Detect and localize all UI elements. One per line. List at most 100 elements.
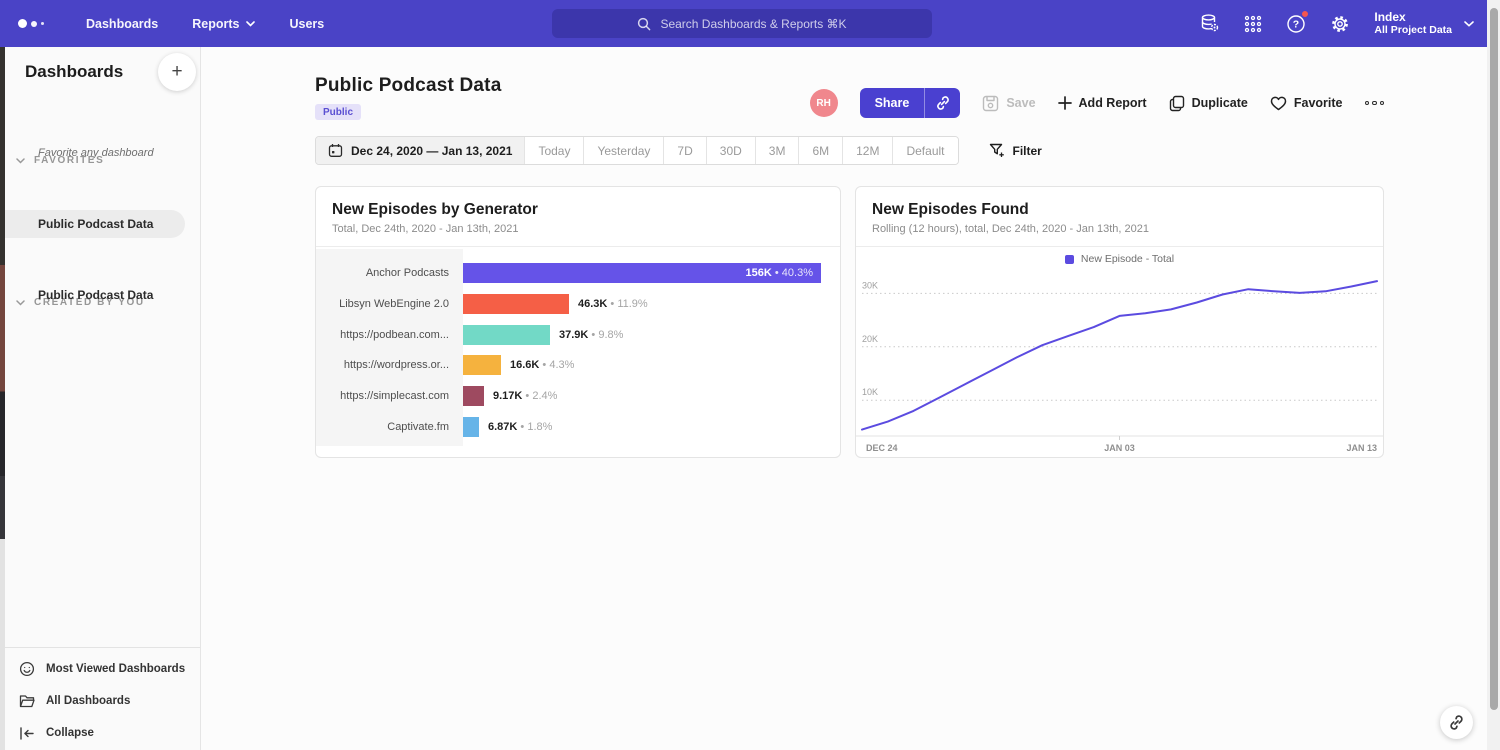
heart-icon — [1270, 96, 1287, 111]
project-switcher[interactable]: Index All Project Data — [1374, 10, 1474, 37]
project-name: Index — [1374, 10, 1452, 24]
save-button[interactable]: Save — [982, 95, 1035, 112]
bar-category-label: https://podbean.com... — [316, 329, 463, 341]
legend-swatch — [1065, 255, 1074, 264]
window-scrollbar — [1487, 0, 1500, 750]
all-dashboards-item[interactable]: All Dashboards — [0, 685, 200, 717]
bar[interactable] — [463, 386, 484, 406]
nav-dashboards[interactable]: Dashboards — [86, 17, 158, 31]
bar[interactable]: 156K • 40.3% — [463, 263, 821, 283]
bar-row: Anchor Podcasts156K • 40.3% — [316, 258, 840, 289]
preset-today[interactable]: Today — [524, 137, 583, 164]
bar-value-label: 16.6K • 4.3% — [510, 355, 574, 375]
bar-track: 16.6K • 4.3% — [463, 355, 840, 375]
notification-dot — [1301, 10, 1309, 18]
bar-value-label: 6.87K • 1.8% — [488, 417, 552, 437]
preset-default[interactable]: Default — [892, 137, 957, 164]
preset-6m[interactable]: 6M — [798, 137, 842, 164]
y-tick-label: 20K — [862, 334, 878, 344]
settings-gear-icon[interactable] — [1330, 14, 1350, 34]
project-scope: All Project Data — [1374, 24, 1452, 37]
filter-funnel-icon — [989, 143, 1005, 159]
nav-links: Dashboards Reports Users — [86, 17, 324, 31]
most-viewed-dashboards-item[interactable]: Most Viewed Dashboards — [0, 653, 200, 685]
bar-track: 6.87K • 1.8% — [463, 417, 840, 437]
collapse-sidebar-item[interactable]: Collapse — [0, 717, 200, 749]
chart-title[interactable]: New Episodes Found — [872, 201, 1367, 219]
card-header: New Episodes Found Rolling (12 hours), t… — [856, 187, 1383, 247]
bar[interactable] — [463, 325, 550, 345]
data-sources-icon[interactable] — [1199, 13, 1220, 34]
sidebar-footer: Most Viewed Dashboards All Dashboards Co… — [0, 647, 200, 750]
bar-row: Captivate.fm6.87K • 1.8% — [316, 411, 840, 442]
brand-logo-icon[interactable] — [18, 19, 58, 28]
folder-icon — [19, 694, 35, 708]
legend-label: New Episode - Total — [1081, 253, 1174, 265]
chart-subtitle: Total, Dec 24th, 2020 - Jan 13th, 2021 — [332, 223, 824, 235]
search-input[interactable]: Search Dashboards & Reports ⌘K — [552, 9, 932, 38]
scrollbar-thumb[interactable] — [1490, 8, 1498, 710]
sidebar-item-public-podcast-data-created[interactable]: Public Podcast Data — [38, 288, 153, 302]
bar-value-label: 9.17K • 2.4% — [493, 386, 557, 406]
favorite-button[interactable]: Favorite — [1270, 96, 1343, 111]
legend-new-episode-total[interactable]: New Episode - Total — [856, 253, 1383, 265]
preset-3m[interactable]: 3M — [755, 137, 799, 164]
help-icon[interactable]: ? — [1286, 14, 1306, 34]
duplicate-button[interactable]: Duplicate — [1169, 95, 1248, 112]
controls-row: Dec 24, 2020 — Jan 13, 2021 Today Yester… — [315, 136, 1042, 165]
preset-30d[interactable]: 30D — [706, 137, 755, 164]
more-options-button[interactable] — [1365, 101, 1385, 106]
copy-link-button[interactable] — [924, 88, 960, 118]
chevron-down-icon — [16, 300, 25, 306]
new-dashboard-button[interactable]: + — [158, 53, 196, 91]
bar[interactable] — [463, 417, 479, 437]
card-header: New Episodes by Generator Total, Dec 24t… — [316, 187, 840, 247]
bar-category-label: Libsyn WebEngine 2.0 — [316, 298, 463, 310]
smiley-icon — [19, 661, 35, 677]
chart-title[interactable]: New Episodes by Generator — [332, 201, 824, 219]
bar[interactable] — [463, 294, 569, 314]
chevron-down-icon — [246, 21, 255, 27]
x-tick-label: JAN 03 — [1104, 443, 1135, 453]
nav-users[interactable]: Users — [289, 17, 324, 31]
apps-grid-icon[interactable] — [1244, 15, 1262, 33]
y-tick-label: 30K — [862, 280, 878, 290]
bar-track: 9.17K • 2.4% — [463, 386, 840, 406]
bar-track: 46.3K • 11.9% — [463, 294, 840, 314]
filter-button[interactable]: Filter — [989, 143, 1042, 159]
report-cards: New Episodes by Generator Total, Dec 24t… — [315, 186, 1384, 458]
bar-row: Libsyn WebEngine 2.046.3K • 11.9% — [316, 289, 840, 320]
floating-link-button[interactable] — [1440, 706, 1473, 739]
dashboard-actions: RH Share Save Add Report Duplicate Favor… — [810, 88, 1384, 118]
preset-12m[interactable]: 12M — [842, 137, 892, 164]
date-range-picker[interactable]: Dec 24, 2020 — Jan 13, 2021 — [316, 137, 524, 164]
add-report-button[interactable]: Add Report — [1058, 96, 1147, 110]
svg-text:?: ? — [1293, 18, 1299, 30]
chevron-down-icon — [16, 158, 25, 164]
bar-rows: Anchor Podcasts156K • 40.3%Libsyn WebEng… — [316, 258, 840, 442]
preset-7d[interactable]: 7D — [663, 137, 705, 164]
line-plot[interactable]: 10K20K30KDEC 24JAN 03JAN 13 — [856, 271, 1383, 458]
sidebar-item-public-podcast-data[interactable]: Public Podcast Data — [0, 210, 185, 238]
chart-subtitle: Rolling (12 hours), total, Dec 24th, 202… — [872, 223, 1367, 235]
public-badge: Public — [315, 104, 361, 120]
top-navbar: Dashboards Reports Users Search Dashboar… — [0, 0, 1500, 47]
avatar[interactable]: RH — [810, 89, 838, 117]
y-tick-label: 10K — [862, 387, 878, 397]
bar-track: 156K • 40.3% — [463, 263, 840, 283]
series-line-new-episode-total[interactable] — [862, 281, 1377, 430]
bar[interactable] — [463, 355, 501, 375]
bar-row: https://simplecast.com9.17K • 2.4% — [316, 381, 840, 412]
sidebar-title: Dashboards — [25, 62, 123, 82]
nav-reports[interactable]: Reports — [192, 17, 255, 31]
link-icon — [935, 95, 951, 111]
x-tick-label: JAN 13 — [1346, 443, 1377, 453]
collapse-icon — [19, 727, 35, 740]
share-button[interactable]: Share — [860, 88, 925, 118]
bar-category-label: https://wordpress.or... — [316, 359, 463, 371]
bar-value-label: 156K • 40.3% — [746, 263, 813, 283]
share-split-button: Share — [860, 88, 961, 118]
favorites-empty-note: Favorite any dashboard — [38, 147, 154, 159]
sidebar: Dashboards + FAVORITES Favorite any dash… — [0, 47, 201, 750]
preset-yesterday[interactable]: Yesterday — [583, 137, 663, 164]
